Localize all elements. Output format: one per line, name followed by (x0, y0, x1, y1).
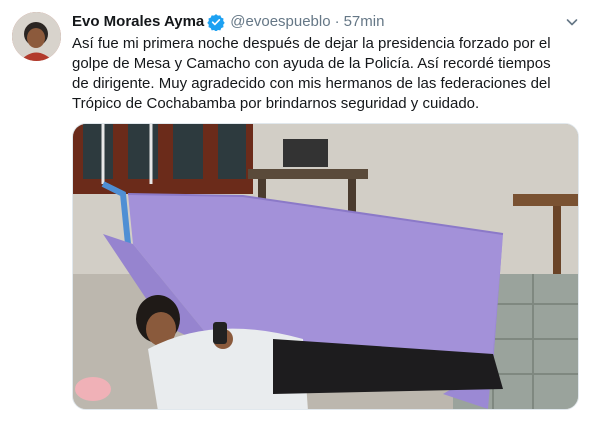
tweet-text-line: de dirigente. Muy agradecido con mis her… (72, 75, 551, 92)
author-handle[interactable]: @evoespueblo (230, 12, 330, 32)
tweet-text-line: golpe de Mesa y Camacho con ayuda de la … (72, 55, 551, 72)
verified-badge-icon (207, 13, 225, 32)
tweet-header: Evo Morales Ayma @evoespueblo · 57min (72, 12, 384, 32)
author-name[interactable]: Evo Morales Ayma (72, 12, 204, 32)
avatar[interactable] (12, 12, 61, 61)
tweet-photo[interactable] (72, 123, 579, 410)
tweet-text: Así fue mi primera noche después de deja… (72, 34, 586, 114)
chevron-down-icon[interactable] (564, 14, 580, 30)
tweet-text-line: Trópico de Cochabamba por brindarnos seg… (72, 95, 480, 112)
tweet[interactable]: Evo Morales Ayma @evoespueblo · 57min As… (0, 0, 598, 421)
tweet-timestamp[interactable]: 57min (344, 12, 385, 32)
tweet-text-line: Así fue mi primera noche después de deja… (72, 35, 551, 52)
separator-dot: · (334, 13, 340, 30)
